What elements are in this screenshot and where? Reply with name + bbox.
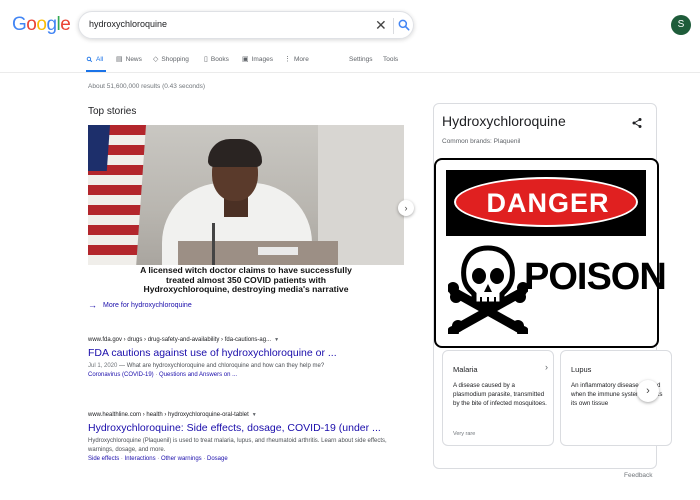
stories-next-button[interactable]: ›: [398, 200, 414, 216]
sitelink[interactable]: Interactions: [125, 456, 156, 462]
sitelink[interactable]: Other warnings: [161, 456, 202, 462]
search-tabs: All ▤ News ◇ Shopping ▯ Books ▣ Images ⋮…: [0, 52, 700, 72]
search-input[interactable]: hydroxychloroquine: [89, 19, 167, 29]
tab-label: Settings: [349, 56, 373, 63]
search-icon[interactable]: [397, 18, 411, 32]
condition-frequency: Very rare: [453, 431, 476, 437]
logo-letter: o: [26, 14, 37, 35]
result-snippet: Jul 1, 2020 — What are hydroxychloroquin…: [88, 362, 388, 371]
chevron-down-icon[interactable]: ▼: [252, 412, 257, 418]
news-icon: ▤: [116, 56, 123, 63]
chevron-down-icon[interactable]: ▼: [274, 337, 279, 343]
story-caption: A licensed witch doctor claims to have s…: [140, 265, 352, 294]
chevron-right-icon: ›: [545, 362, 548, 372]
google-logo[interactable]: Google: [12, 14, 71, 36]
flag-graphic: [88, 125, 146, 265]
logo-letter: o: [36, 14, 47, 35]
top-stories-heading: Top stories: [88, 106, 137, 117]
arrow-right-icon: →: [88, 300, 97, 310]
tab-label: Shopping: [161, 56, 189, 63]
tabs-divider: [0, 72, 700, 73]
danger-oval: DANGER: [454, 177, 638, 227]
poison-text: POISON: [524, 256, 667, 298]
result-sitelinks: Side effects · Interactions · Other warn…: [88, 456, 228, 462]
logo-letter: G: [12, 14, 27, 35]
result-breadcrumb[interactable]: www.fda.gov › drugs › drug-safety-and-av…: [88, 337, 388, 343]
condition-name: Lupus: [571, 365, 592, 374]
breadcrumb-text: www.healthline.com › health › hydroxychl…: [88, 412, 249, 418]
chevron-right-icon: ›: [646, 385, 650, 397]
breadcrumb-text: www.fda.gov › drugs › drug-safety-and-av…: [88, 337, 272, 343]
sitelink[interactable]: Coronavirus (COVID-19): [88, 372, 154, 378]
danger-banner: DANGER: [446, 170, 646, 236]
sitelink[interactable]: Questions and Answers on ...: [159, 372, 237, 378]
search-icon: [86, 56, 93, 63]
sitelink[interactable]: Dosage: [207, 456, 228, 462]
chevron-right-icon: ›: [404, 203, 408, 213]
more-vertical-icon: ⋮: [284, 56, 291, 63]
book-icon: ▯: [204, 56, 208, 63]
tab-label: Books: [210, 56, 229, 63]
person-cap-graphic: [208, 139, 262, 167]
tab-label: All: [96, 56, 104, 63]
result-breadcrumb[interactable]: www.healthline.com › health › hydroxychl…: [88, 412, 388, 418]
tab-news[interactable]: ▤ News: [116, 56, 142, 63]
tab-settings[interactable]: Settings: [349, 56, 373, 63]
tab-label: Tools: [383, 56, 399, 63]
result-snippet: Hydroxychloroquine (Plaquenil) is used t…: [88, 438, 387, 453]
tab-more[interactable]: ⋮ More: [284, 56, 309, 63]
tab-all[interactable]: All: [86, 56, 103, 63]
tab-label: News: [125, 56, 142, 63]
more-stories-label: More for hydroxychloroquine: [103, 301, 192, 309]
tab-books[interactable]: ▯ Books: [204, 56, 229, 63]
snippet-text: — What are hydroxychloroquine and chloro…: [117, 363, 325, 369]
share-icon[interactable]: [631, 117, 643, 129]
cards-next-button[interactable]: ›: [637, 380, 659, 402]
knowledge-panel-title: Hydroxychloroquine: [442, 113, 566, 129]
more-stories-link[interactable]: → More for hydroxychloroquine: [88, 300, 192, 310]
story-caption-box: A licensed witch doctor claims to have s…: [88, 265, 404, 295]
search-result: www.fda.gov › drugs › drug-safety-and-av…: [88, 337, 388, 378]
microphone-graphic: [212, 223, 215, 265]
condition-name: Malaria: [453, 365, 478, 374]
image-icon: ▣: [242, 56, 249, 63]
tab-tools[interactable]: Tools: [383, 56, 398, 63]
sitelink[interactable]: Side effects: [88, 456, 119, 462]
top-story-card[interactable]: A licensed witch doctor claims to have s…: [88, 125, 404, 295]
knowledge-panel-subtitle: Common brands: Plaquenil: [442, 138, 521, 145]
condition-card-malaria[interactable]: Malaria › A disease caused by a plasmodi…: [442, 350, 554, 446]
result-stats: About 51,600,000 results (0.43 seconds): [88, 83, 206, 90]
clear-icon[interactable]: ✕: [375, 16, 387, 34]
result-title-link[interactable]: FDA cautions against use of hydroxychlor…: [88, 347, 388, 359]
tag-icon: ◇: [153, 56, 159, 63]
danger-poison-sign-image: DANGER POISON: [434, 158, 667, 348]
tab-images[interactable]: ▣ Images: [242, 56, 273, 63]
search-box[interactable]: hydroxychloroquine ✕: [78, 11, 414, 39]
podium-label-graphic: [258, 247, 298, 255]
result-title-link[interactable]: Hydroxychloroquine: Side effects, dosage…: [88, 422, 388, 434]
search-result: www.healthline.com › health › hydroxychl…: [88, 412, 388, 462]
tab-label: More: [294, 56, 309, 63]
result-date: Jul 1, 2020: [88, 363, 118, 369]
search-divider: [393, 18, 394, 34]
danger-text: DANGER: [486, 188, 610, 218]
skull-crossbones-icon: [448, 245, 528, 334]
tab-shopping[interactable]: ◇ Shopping: [153, 56, 189, 63]
tab-label: Images: [251, 56, 273, 63]
logo-letter: e: [60, 14, 71, 35]
account-avatar[interactable]: S: [671, 15, 691, 35]
story-photo: [88, 125, 404, 265]
logo-letter: g: [46, 14, 57, 35]
result-sitelinks: Coronavirus (COVID-19) · Questions and A…: [88, 372, 238, 378]
condition-description: A disease caused by a plasmodium parasit…: [453, 382, 547, 408]
feedback-link[interactable]: Feedback: [624, 472, 653, 479]
